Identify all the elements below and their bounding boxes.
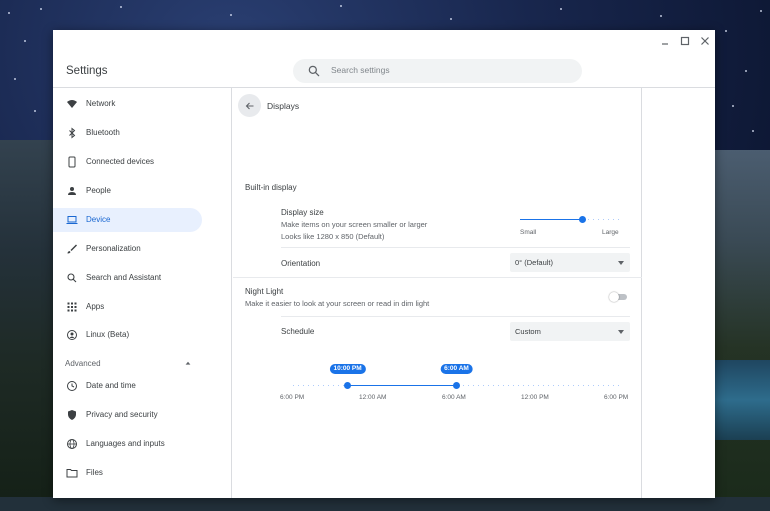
settings-window: Settings Search settings Network Bluetoo… [53,30,715,498]
slider-fill [347,385,457,386]
section-title-built-in-display: Built-in display [245,183,297,192]
folder-icon [65,466,79,480]
sidebar-item-files[interactable]: Files [53,461,202,485]
schedule-select[interactable]: Custom [510,322,630,341]
sidebar-item-label: Device [86,215,111,224]
schedule-tick-label: 6:00 PM [604,394,629,401]
laptop-icon [65,213,79,227]
sidebar-item-connected-devices[interactable]: Connected devices [53,150,202,174]
shield-icon [65,408,79,422]
schedule-tick-label: 12:00 AM [359,394,387,401]
orientation-value: 0° (Default) [515,258,554,267]
maximize-button[interactable] [678,34,692,48]
search-icon [65,271,79,285]
phone-icon [65,155,79,169]
display-size-title: Display size [281,208,324,217]
divider [281,247,630,248]
sidebar-item-apps[interactable]: Apps [53,295,202,319]
sidebar-item-label: Bluetooth [86,128,120,137]
sidebar-item-label: Date and time [86,381,136,390]
slider-fill [520,219,583,220]
slider-min-label: Small [520,229,537,236]
globe-icon [65,437,79,451]
night-light-description: Make it easier to look at your screen or… [245,299,430,308]
schedule-tick-label: 6:00 PM [280,394,305,401]
schedule-start-badge: 10:00 PM [329,364,366,374]
night-light-title: Night Light [245,287,284,296]
close-icon [701,37,709,45]
schedule-label: Schedule [281,327,315,336]
chevron-up-icon[interactable] [184,359,192,367]
app-title: Settings [66,65,108,77]
display-size-detail: Looks like 1280 x 850 (Default) [281,232,385,241]
schedule-tick-label: 6:00 AM [442,394,466,401]
slider-max-label: Large [602,229,619,236]
back-button[interactable] [238,94,261,117]
sidebar-item-label: Network [86,99,116,108]
sidebar-item-label: Files [86,468,103,477]
wifi-icon [65,97,79,111]
maximize-icon [680,36,690,46]
schedule-tick-label: 12:00 PM [521,394,549,401]
toggle-knob [609,292,619,302]
sidebar-item-date-time[interactable]: Date and time [53,374,202,398]
minimize-button[interactable] [658,34,672,48]
displays-page: Displays Built-in display Display size M… [233,88,642,498]
settings-sidebar: Network Bluetooth Connected devices Peop… [53,88,232,498]
minimize-icon [662,43,668,45]
sidebar-item-label: People [86,186,111,195]
search-input[interactable]: Search settings [293,59,582,83]
sidebar-item-bluetooth[interactable]: Bluetooth [53,121,202,145]
bluetooth-icon [65,126,79,140]
sidebar-item-label: Linux (Beta) [86,330,130,339]
settings-header: Settings Search settings [53,30,715,88]
display-size-description: Make items on your screen smaller or lar… [281,220,428,229]
arrow-back-icon [245,102,253,109]
sidebar-item-label: Privacy and security [86,410,158,419]
sidebar-item-label: Personalization [86,244,141,253]
sidebar-item-label: Apps [86,302,105,311]
night-light-toggle[interactable] [609,292,627,302]
schedule-value: Custom [515,327,541,336]
search-icon [308,65,320,77]
page-title: Displays [267,101,300,111]
sidebar-item-personalization[interactable]: Personalization [53,237,202,261]
sidebar-item-device[interactable]: Device [53,208,202,232]
linux-icon [65,328,79,342]
divider [233,277,642,278]
brush-icon [65,242,79,256]
sidebar-item-languages-inputs[interactable]: Languages and inputs [53,432,202,456]
close-button[interactable] [698,34,712,48]
schedule-end-badge: 6:00 AM [440,364,473,374]
sidebar-item-privacy-security[interactable]: Privacy and security [53,403,202,427]
sidebar-item-people[interactable]: People [53,179,202,203]
slider-knob[interactable] [579,216,587,223]
advanced-section-toggle[interactable]: Advanced [65,359,101,368]
sidebar-item-label: Connected devices [86,157,155,166]
orientation-select[interactable]: 0° (Default) [510,253,630,272]
sidebar-item-network[interactable]: Network [53,92,202,116]
caret-down-icon [618,261,624,265]
apps-grid-icon [65,300,79,314]
person-icon [65,184,79,198]
schedule-end-knob[interactable] [453,382,460,389]
caret-down-icon [618,330,624,334]
sidebar-item-linux[interactable]: Linux (Beta) [53,323,202,347]
sidebar-item-label: Search and Assistant [86,273,162,282]
divider [281,316,630,317]
slider-track [582,219,621,220]
search-placeholder: Search settings [331,65,390,75]
schedule-start-knob[interactable] [344,382,352,389]
sidebar-item-label: Languages and inputs [86,439,165,448]
sidebar-item-search-assistant[interactable]: Search and Assistant [53,266,202,290]
clock-icon [65,379,79,393]
orientation-label: Orientation [281,259,321,268]
